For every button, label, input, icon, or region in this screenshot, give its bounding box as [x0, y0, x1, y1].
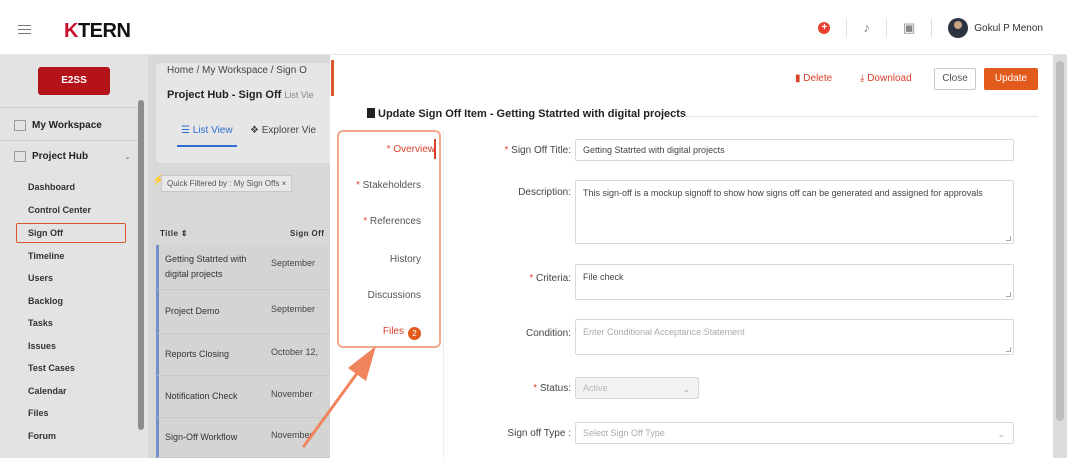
- panel-scrollbar[interactable]: [1053, 55, 1067, 458]
- page-title: Project Hub - Sign Off List Vie: [167, 89, 314, 101]
- sidebar-item-backlog[interactable]: Backlog: [28, 296, 63, 306]
- divider: [684, 116, 1038, 117]
- sign-off-title-input[interactable]: Getting Statrted with digital projects: [575, 139, 1014, 161]
- scrollbar-thumb[interactable]: [1056, 61, 1064, 421]
- sidebar-item-sign-off[interactable]: Sign Off: [16, 223, 126, 243]
- page-header-card: [156, 63, 336, 163]
- list-icon: ☰: [181, 125, 193, 136]
- sidebar-my-workspace[interactable]: My Workspace: [14, 120, 102, 131]
- condition-label: Condition:: [525, 328, 571, 339]
- divider: [846, 19, 848, 37]
- chevron-down-icon: ⌄: [997, 429, 1005, 439]
- panel-title: Update Sign Off Item - Getting Statrted …: [367, 108, 686, 120]
- condition-textarea[interactable]: Enter Conditional Acceptance Statement: [575, 319, 1014, 355]
- resize-handle-icon[interactable]: [1006, 347, 1011, 352]
- status-label: * Status:: [533, 383, 571, 394]
- divider: [443, 130, 444, 458]
- divider: [0, 107, 138, 108]
- update-button[interactable]: Update: [984, 68, 1038, 90]
- sidebar-item-tasks[interactable]: Tasks: [28, 318, 53, 328]
- project-badge[interactable]: E2SS: [38, 67, 110, 95]
- sign-off-type-select[interactable]: Select Sign Off Type ⌄: [575, 422, 1014, 444]
- tab-discussions[interactable]: Discussions: [368, 290, 421, 301]
- sidebar-item-test-cases[interactable]: Test Cases: [28, 363, 75, 373]
- tab-references[interactable]: * References: [363, 216, 421, 227]
- tab-stakeholders[interactable]: * Stakeholders: [356, 180, 421, 191]
- sign-off-list-area: Home / My Workspace / Sign O Project Hub…: [148, 55, 336, 458]
- tab-overview[interactable]: * Overview: [387, 144, 435, 155]
- tab-explorer-view[interactable]: ❖ Explorer Vie: [250, 125, 316, 136]
- filter-chip[interactable]: Quick Filtered by : My Sign Offs ×: [161, 175, 293, 192]
- criteria-textarea[interactable]: File check: [575, 264, 1014, 300]
- plus-circle-icon[interactable]: +: [818, 22, 831, 34]
- criteria-label: * Criteria:: [529, 273, 571, 284]
- header-actions: + ♪ ▣ Gokul P Menon: [818, 18, 1043, 38]
- grid-icon: [14, 151, 26, 162]
- workspace-icon: [14, 120, 26, 131]
- files-count-badge: 2: [408, 327, 421, 340]
- close-button[interactable]: Close: [934, 68, 976, 90]
- avatar[interactable]: [948, 18, 969, 38]
- breadcrumb[interactable]: Home / My Workspace / Sign O: [167, 65, 307, 76]
- sidebar: E2SS My Workspace Project Hub ⌄ Dashboar…: [0, 55, 148, 458]
- close-icon[interactable]: ×: [282, 179, 287, 188]
- sidebar-item-files[interactable]: Files: [28, 408, 49, 418]
- column-header-sign-off[interactable]: Sign Off: [290, 229, 324, 238]
- divider: [931, 19, 933, 37]
- table-row[interactable]: Sign-Off Workflow November: [156, 418, 336, 458]
- tab-list-view[interactable]: ☰ List View: [177, 125, 237, 147]
- description-textarea[interactable]: This sign-off is a mockup signoff to sho…: [575, 180, 1014, 244]
- delete-button[interactable]: ▮ Delete: [795, 73, 832, 84]
- column-header-title[interactable]: Title ⇕: [160, 229, 188, 238]
- tabs-highlight-box: [337, 130, 441, 348]
- document-icon: [367, 108, 375, 118]
- top-header: KTERN + ♪ ▣ Gokul P Menon: [0, 0, 1067, 55]
- table-row[interactable]: Reports Closing October 12,: [156, 334, 336, 376]
- bell-icon[interactable]: ♪: [863, 21, 870, 35]
- description-label: Description:: [518, 187, 571, 198]
- tab-files[interactable]: Files 2: [383, 326, 421, 340]
- resize-handle-icon[interactable]: [1006, 236, 1011, 241]
- sidebar-item-forum[interactable]: Forum: [28, 431, 56, 441]
- sidebar-item-issues[interactable]: Issues: [28, 341, 56, 351]
- download-button[interactable]: ⤓ Download: [860, 73, 912, 84]
- sidebar-item-dashboard[interactable]: Dashboard: [28, 182, 75, 192]
- tab-history[interactable]: History: [390, 254, 421, 265]
- sidebar-item-timeline[interactable]: Timeline: [28, 251, 64, 261]
- status-select[interactable]: Active ⌄: [575, 377, 699, 399]
- compass-icon: ❖: [250, 125, 262, 136]
- sidebar-item-control-center[interactable]: Control Center: [28, 205, 91, 215]
- resize-handle-icon[interactable]: [1006, 292, 1011, 297]
- ktern-logo[interactable]: KTERN: [64, 20, 131, 43]
- hamburger-icon[interactable]: [18, 25, 31, 34]
- chevron-down-icon[interactable]: ⌄: [124, 152, 131, 161]
- divider: [885, 19, 887, 37]
- sidebar-scrollbar[interactable]: [138, 100, 144, 430]
- sign-off-title-label: * Sign Off Title:: [504, 145, 571, 156]
- sidebar-item-users[interactable]: Users: [28, 273, 53, 283]
- table-row[interactable]: Project Demo September: [156, 290, 336, 334]
- sign-off-type-label: Sign off Type :: [507, 428, 571, 439]
- sidebar-item-calendar[interactable]: Calendar: [28, 386, 67, 396]
- sidebar-project-hub[interactable]: Project Hub: [14, 151, 88, 162]
- divider: [0, 140, 138, 141]
- panel-accent: [331, 60, 334, 96]
- chevron-down-icon: ⌄: [682, 384, 690, 394]
- calendar-icon[interactable]: ▣: [903, 21, 915, 35]
- user-name[interactable]: Gokul P Menon: [974, 23, 1043, 34]
- table-row[interactable]: Notification Check November: [156, 376, 336, 418]
- table-row[interactable]: Getting Statrted with digital projects S…: [156, 245, 336, 290]
